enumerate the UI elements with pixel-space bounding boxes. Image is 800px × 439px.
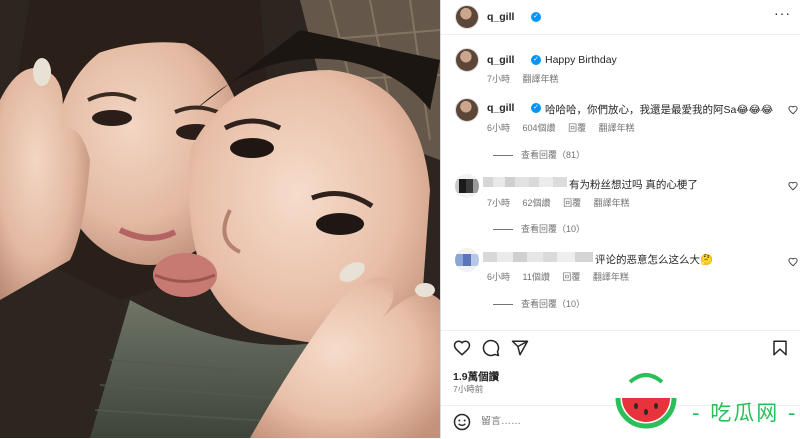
comment-like-heart-icon[interactable] <box>788 105 798 115</box>
comment-reply-button[interactable]: 回覆 <box>568 123 586 133</box>
verified-icon: ✓ <box>531 103 541 113</box>
comment-likes[interactable]: 604個讚 <box>523 123 556 133</box>
view-replies-button[interactable]: 查看回覆（10） <box>493 297 585 310</box>
comment-time: 7小時 <box>487 198 511 208</box>
comment-text: 有为粉丝想过吗 真的心梗了 <box>569 179 698 191</box>
heart-icon[interactable] <box>453 339 471 357</box>
comment-time: 6小時 <box>487 123 511 133</box>
comment-time: 6小時 <box>487 272 511 282</box>
caption-text: Happy Birthday <box>545 54 617 66</box>
post-actions-bar <box>441 330 800 363</box>
likes-count[interactable]: 1.9萬個讚 <box>453 369 499 384</box>
comment-icon[interactable] <box>482 339 500 357</box>
caption-meta: 7小時 翻譯年糕 <box>487 72 569 85</box>
comment-meta: 6小時 604個讚 回覆 翻譯年糕 <box>487 121 645 134</box>
post-photo[interactable] <box>0 0 440 438</box>
blurred-commenter-avatar[interactable] <box>455 248 479 272</box>
view-replies-button[interactable]: 查看回覆（10） <box>493 222 585 235</box>
post-header: q_gill ✓ ··· <box>441 0 800 35</box>
view-replies-label: 查看回覆（81） <box>521 150 586 160</box>
comment-text: 评论的恶意怎么这么大🤔 <box>595 254 714 266</box>
blurred-commenter-name[interactable] <box>483 252 593 262</box>
comment-likes[interactable]: 62個讚 <box>523 198 551 208</box>
comment-reply-button[interactable]: 回覆 <box>563 198 581 208</box>
comment-translate-link[interactable]: 翻譯年糕 <box>593 272 629 282</box>
comment-like-heart-icon[interactable] <box>788 181 798 191</box>
blurred-commenter-avatar[interactable] <box>455 174 479 198</box>
verified-icon: ✓ <box>531 12 541 22</box>
share-icon[interactable] <box>511 339 529 357</box>
comment-reply-button[interactable]: 回覆 <box>562 272 580 282</box>
verified-icon: ✓ <box>531 55 541 65</box>
emoji-icon[interactable] <box>453 413 471 431</box>
view-replies-button[interactable]: 查看回覆（81） <box>493 148 585 161</box>
comment-translate-link[interactable]: 翻譯年糕 <box>594 198 630 208</box>
watermark-text: - 吃瓜网 - <box>692 401 798 425</box>
replies-divider-line <box>493 155 513 157</box>
post-time: 7小時前 <box>453 384 484 394</box>
author-username[interactable]: q_gill <box>487 11 514 23</box>
comment-avatar[interactable] <box>455 98 479 122</box>
blurred-commenter-name[interactable] <box>483 177 567 187</box>
caption-username[interactable]: q_gill <box>487 54 514 66</box>
view-replies-label: 查看回覆（10） <box>521 224 586 234</box>
comment-meta: 7小時 62個讚 回覆 翻譯年糕 <box>487 196 640 209</box>
author-avatar[interactable] <box>455 5 479 29</box>
comment-translate-link[interactable]: 翻譯年糕 <box>599 123 635 133</box>
comment-meta: 6小時 11個讚 回覆 翻譯年糕 <box>487 270 639 283</box>
post-photo-illustration <box>0 0 440 438</box>
more-icon[interactable]: ··· <box>774 5 791 21</box>
replies-divider-line <box>493 229 513 231</box>
comment-username[interactable]: q_gill <box>487 102 514 114</box>
view-replies-label: 查看回覆（10） <box>521 299 586 309</box>
caption-translate-link[interactable]: 翻譯年糕 <box>523 74 559 84</box>
replies-divider-line <box>493 304 513 306</box>
caption-time: 7小時 <box>487 74 511 84</box>
caption-avatar[interactable] <box>455 48 479 72</box>
comment-text: 哈哈哈，你們放心，我還是最愛我的阿Sa😂😂😂 <box>545 104 774 116</box>
comment-like-heart-icon[interactable] <box>788 257 798 267</box>
bookmark-icon[interactable] <box>771 339 789 357</box>
comment-likes[interactable]: 11個讚 <box>523 272 550 282</box>
